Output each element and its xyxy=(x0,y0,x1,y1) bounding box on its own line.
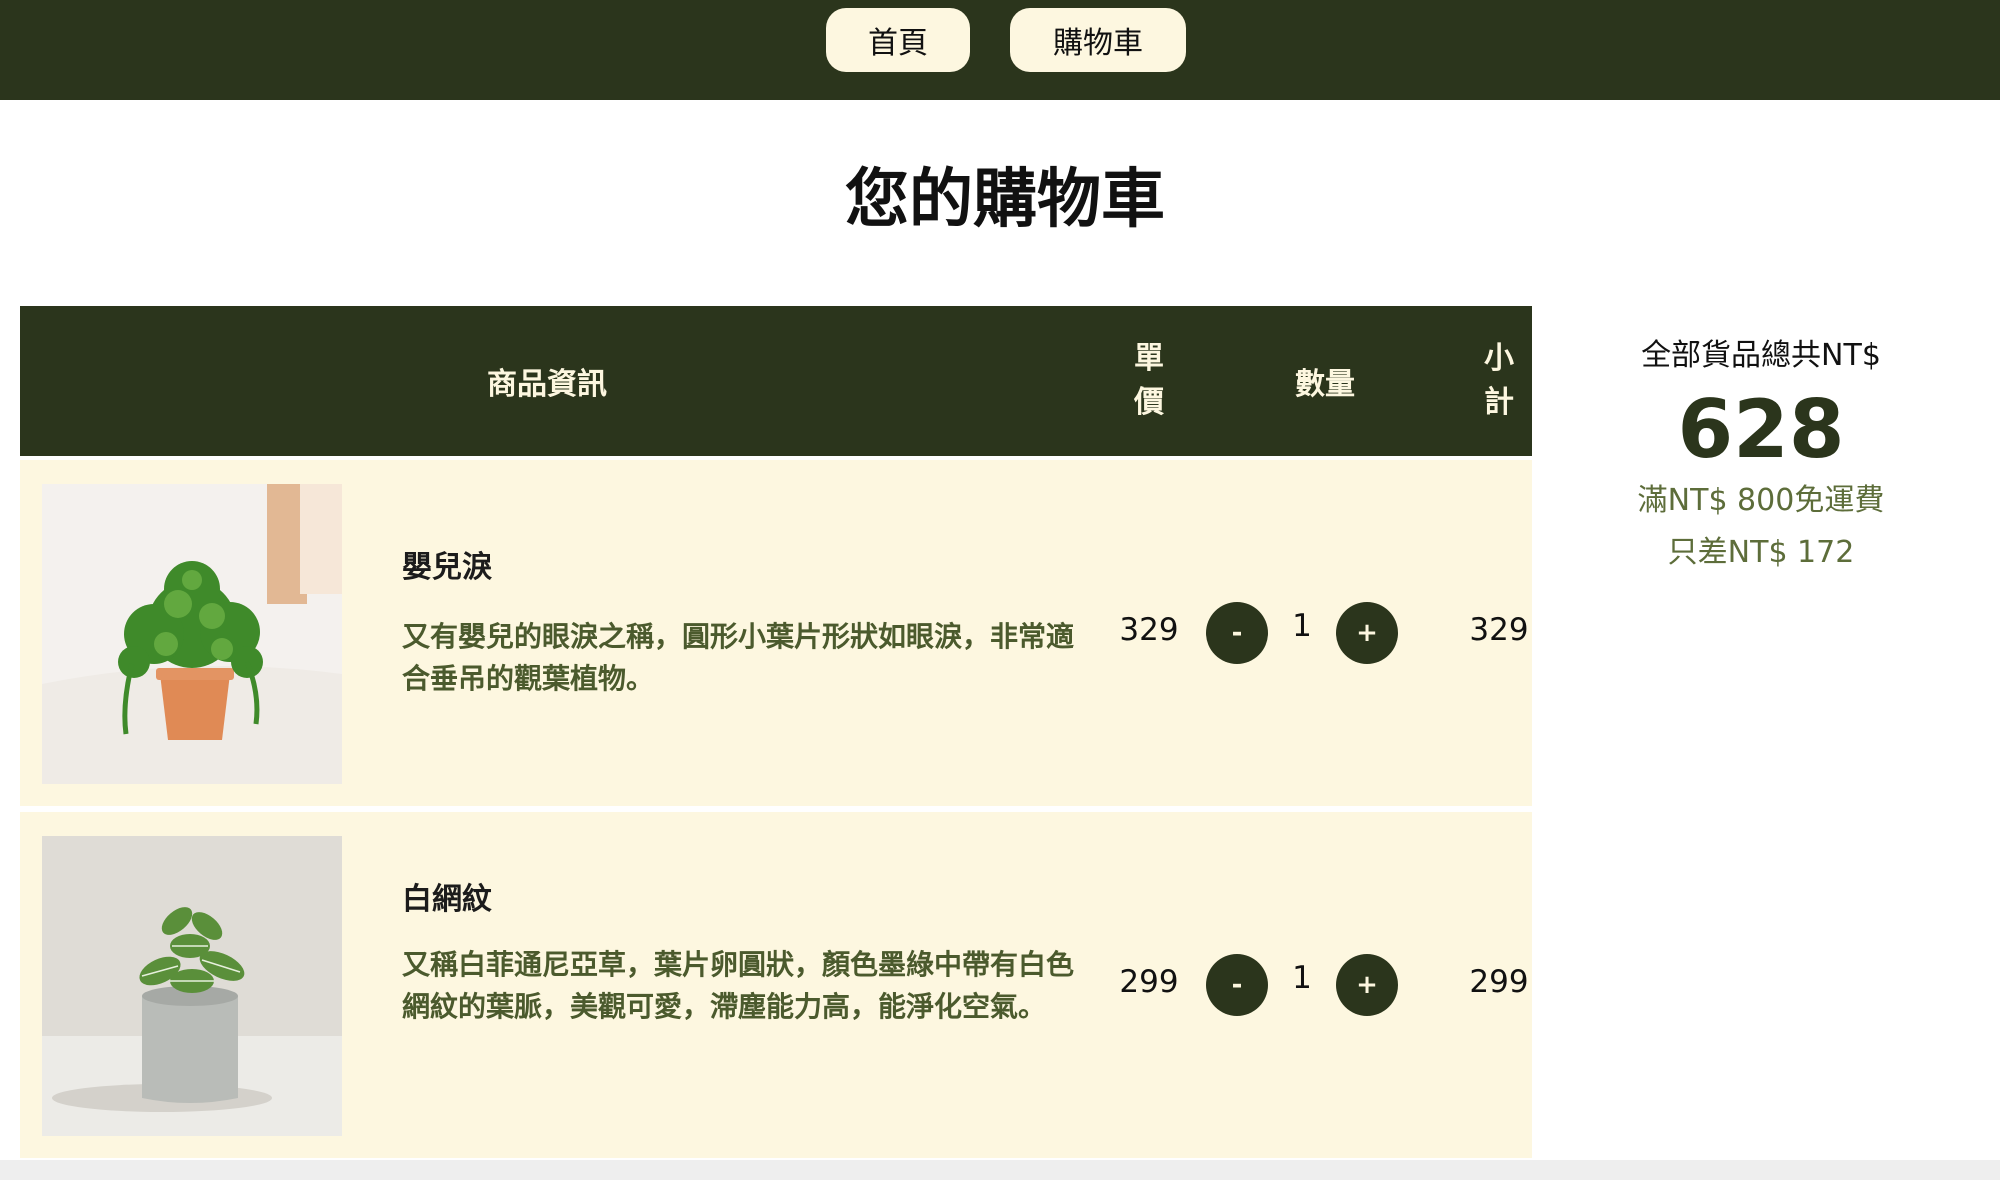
window-bottom-edge xyxy=(0,1160,2000,1180)
header-product-info: 商品資訊 xyxy=(487,367,607,402)
subtotal: 329 xyxy=(1469,612,1529,648)
header-unit-price-line2: 價 xyxy=(1134,385,1164,420)
quantity-value: 1 xyxy=(1292,608,1312,644)
product-name: 白網紋 xyxy=(402,882,492,917)
product-image xyxy=(42,484,342,784)
unit-price: 329 xyxy=(1119,612,1179,648)
header-subtotal-line1: 小 xyxy=(1484,341,1514,376)
product-description: 又稱白菲通尼亞草，葉片卵圓狀，顏色墨綠中帶有白色網紋的葉脈，美觀可愛，滯塵能力高… xyxy=(402,948,1075,1023)
cart-row: 嬰兒淚 又有嬰兒的眼淚之稱，圓形小葉片形狀如眼淚，非常適合垂吊的觀葉植物。 32… xyxy=(20,460,1532,806)
top-navbar: 首頁 購物車 xyxy=(0,0,2000,100)
decrease-quantity-button[interactable]: - xyxy=(1206,954,1268,1016)
subtotal: 299 xyxy=(1469,964,1529,1000)
fittonia-plant-image xyxy=(42,836,342,1136)
header-quantity: 數量 xyxy=(1295,367,1355,402)
remaining-amount-note: 只差NT$ 172 xyxy=(1667,535,1855,570)
increase-quantity-button[interactable]: + xyxy=(1336,602,1398,664)
header-subtotal: 小 計 xyxy=(1444,306,1554,456)
cart-row: 白網紋 又稱白菲通尼亞草，葉片卵圓狀，顏色墨綠中帶有白色網紋的葉脈，美觀可愛，滯… xyxy=(20,812,1532,1158)
order-summary: 全部貨品總共NT$ 628 滿NT$ 800免運費 只差NT$ 172 xyxy=(1580,330,1942,576)
product-description: 又有嬰兒的眼淚之稱，圓形小葉片形狀如眼淚，非常適合垂吊的觀葉植物。 xyxy=(402,620,1075,695)
increase-quantity-button[interactable]: + xyxy=(1336,954,1398,1016)
header-unit-price: 單 價 xyxy=(1094,306,1204,456)
summary-label: 全部貨品總共NT$ xyxy=(1641,338,1881,373)
free-shipping-note: 滿NT$ 800免運費 xyxy=(1637,483,1885,518)
baby-tears-plant-image xyxy=(42,484,342,784)
header-unit-price-line1: 單 xyxy=(1134,341,1164,376)
unit-price: 299 xyxy=(1119,964,1179,1000)
summary-total: 628 xyxy=(1677,383,1845,476)
product-name: 嬰兒淚 xyxy=(402,550,492,585)
nav-home-button[interactable]: 首頁 xyxy=(826,8,970,72)
quantity-value: 1 xyxy=(1292,960,1312,996)
product-image xyxy=(42,836,342,1136)
page-title: 您的購物車 xyxy=(845,163,1165,237)
decrease-quantity-button[interactable]: - xyxy=(1206,602,1268,664)
header-subtotal-line2: 計 xyxy=(1484,385,1514,420)
cart-table-header: 商品資訊 單 價 數量 小 計 xyxy=(20,306,1532,456)
nav-cart-button[interactable]: 購物車 xyxy=(1010,8,1186,72)
